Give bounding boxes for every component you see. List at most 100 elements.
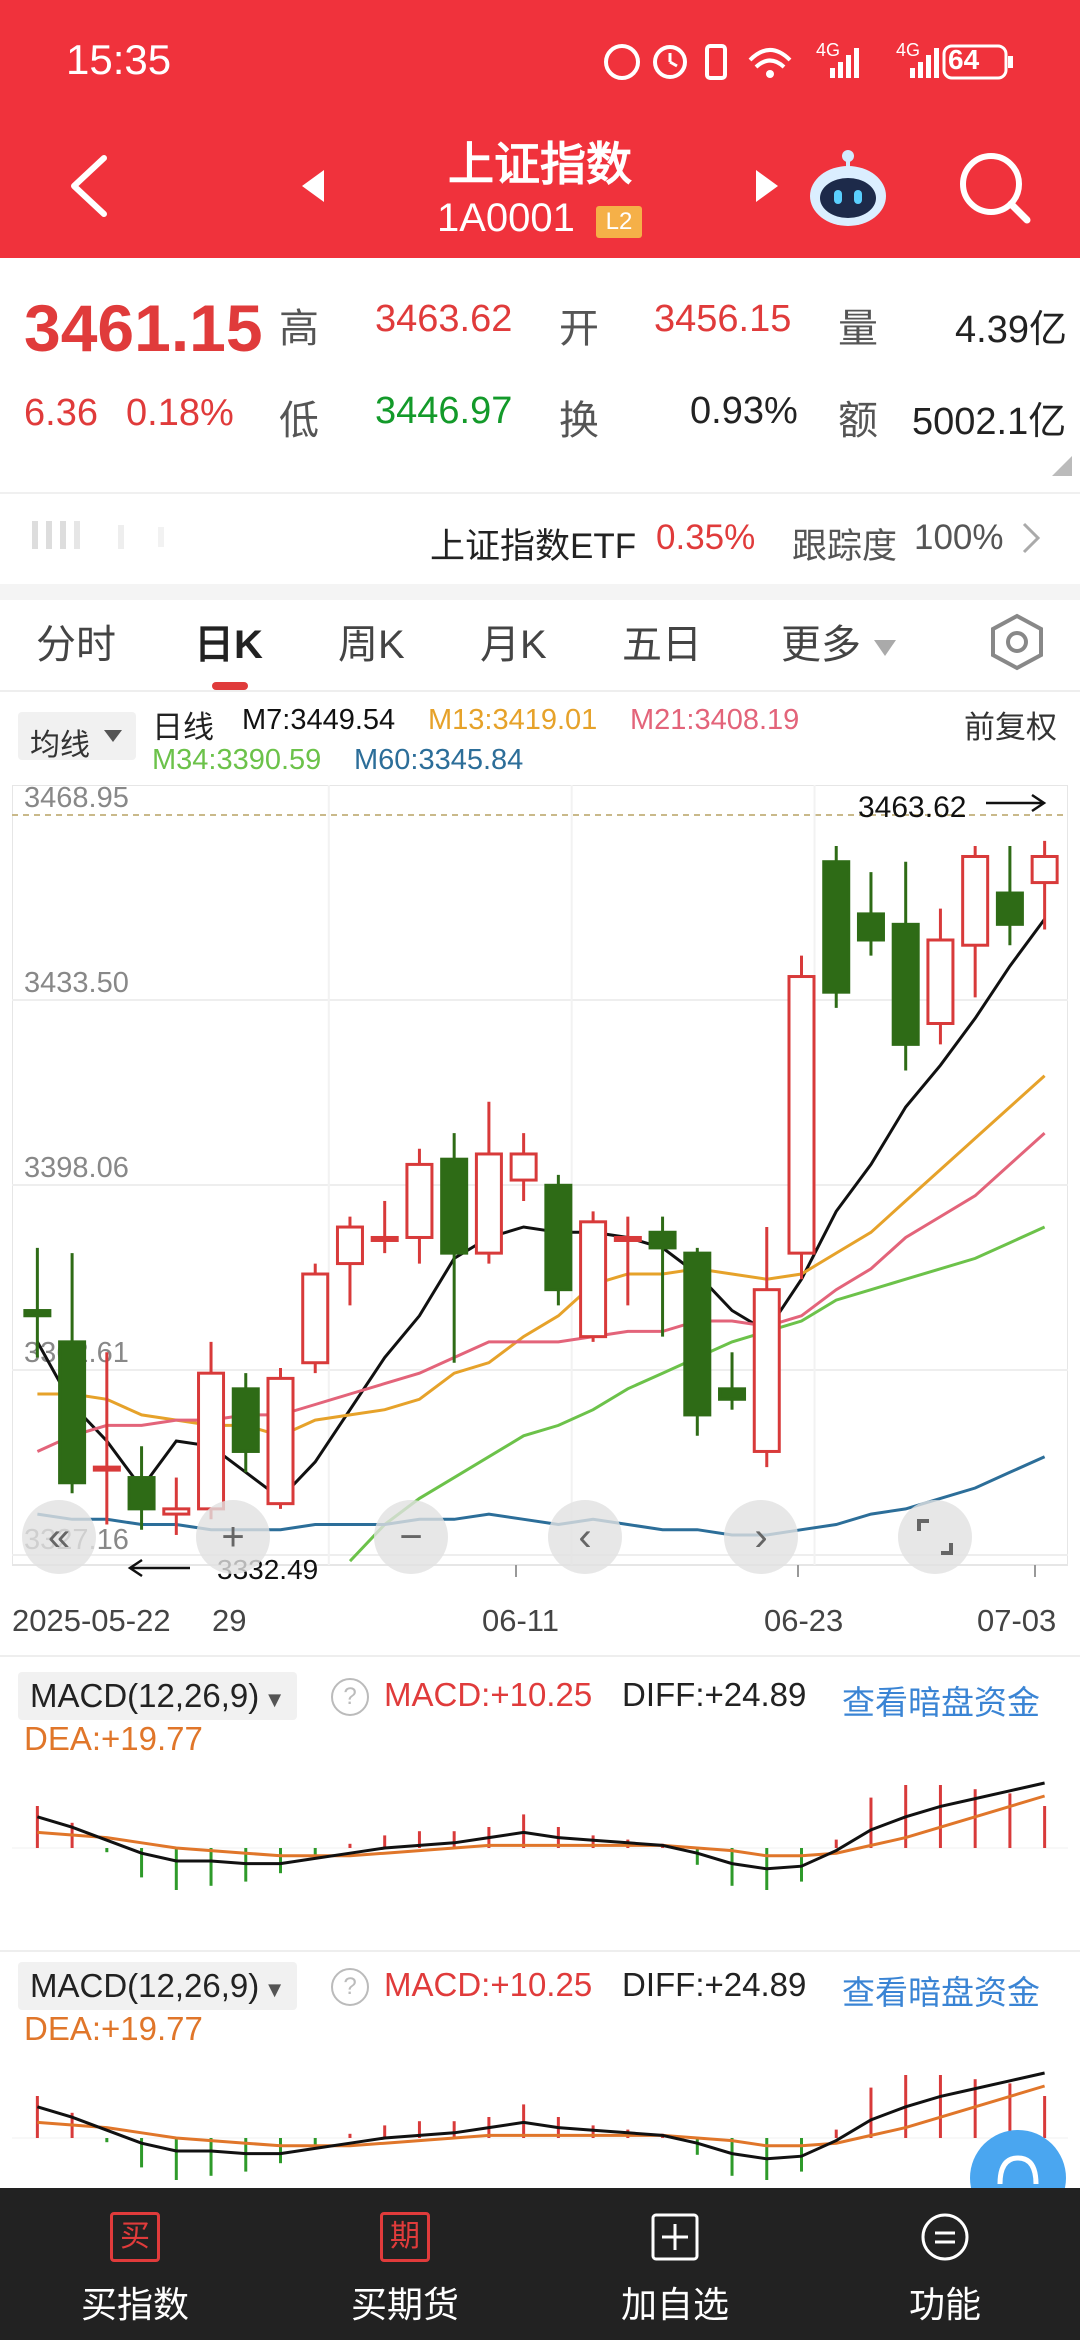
status-bar: 15:35 4G 4G 64 [0, 0, 1080, 110]
candle-body [822, 860, 851, 994]
divider [0, 1950, 1080, 1952]
price-change-pct: 0.18% [126, 392, 234, 434]
ma-period: 日线 [152, 710, 214, 745]
status-time: 15:35 [66, 36, 172, 83]
plus-icon: + [221, 1514, 245, 1559]
next-stock-button[interactable] [752, 166, 782, 211]
diff-line [36, 1781, 1045, 1871]
fullscreen-icon [917, 1519, 953, 1555]
hd-icon [604, 44, 640, 80]
candle [301, 1263, 330, 1374]
divider [0, 690, 1080, 692]
candle-body [891, 922, 920, 1046]
candle-body [92, 1465, 121, 1472]
zoom-in-button[interactable]: + [196, 1500, 270, 1574]
candle-body [752, 1288, 781, 1453]
search-button[interactable] [955, 148, 1035, 228]
candle [1030, 840, 1059, 930]
candle [92, 1352, 121, 1525]
candle-body [162, 1507, 191, 1516]
etf-track-label: 跟踪度 [792, 527, 898, 566]
nav-functions[interactable]: 功能 [810, 2188, 1080, 2340]
etf-name: 上证指数ETF [430, 527, 637, 566]
nav-buy-futures[interactable]: 期 买期货 [270, 2188, 540, 2340]
triangle-down-icon: ▼ [263, 1687, 286, 1712]
ma-m21: M21:3408.19 [630, 704, 800, 736]
help-icon[interactable]: ? [331, 1968, 369, 2006]
signal-icon-2 [910, 68, 915, 78]
nav-add-watchlist[interactable]: 加自选 [540, 2188, 810, 2340]
dark-pool-link[interactable]: 查看暗盘资金 [842, 1966, 1040, 2014]
battery-level: 64 [948, 44, 980, 75]
x-tick-label: 06-23 [764, 1603, 843, 1638]
tab-weekly-k[interactable]: 周K [338, 612, 405, 670]
chevron-right-icon [1022, 522, 1041, 554]
y-tick-label: 3433.50 [24, 967, 129, 999]
fullscreen-button[interactable] [898, 1500, 972, 1574]
candle-body [23, 1309, 52, 1318]
candle-body [961, 854, 990, 947]
triangle-down-icon [874, 640, 897, 656]
candle [648, 1216, 677, 1337]
candle-body [127, 1476, 156, 1511]
open-value: 3456.15 [654, 298, 792, 340]
candle-body [544, 1183, 573, 1292]
macd-selector-1[interactable]: MACD(12,26,9) ▼ [18, 1672, 298, 1720]
scroll-left-button[interactable]: ‹ [548, 1500, 622, 1574]
ma-selector-label: 均线 [30, 729, 90, 762]
tab-intraday[interactable]: 分时 [36, 612, 116, 670]
ma-selector[interactable]: 均线 [18, 712, 136, 762]
x-tick-label: 29 [212, 1603, 246, 1638]
low-label: 低 [279, 399, 319, 443]
macd-selector-2[interactable]: MACD(12,26,9) ▼ [18, 1962, 298, 2010]
candle [266, 1367, 295, 1509]
scroll-right-button[interactable]: › [724, 1500, 798, 1574]
candle-body [509, 1152, 538, 1182]
diff-line [36, 2071, 1045, 2161]
candle [995, 846, 1024, 946]
robot-icon [810, 150, 886, 226]
candle-body [926, 938, 955, 1025]
amount-value: 5002.1亿 [912, 401, 1067, 443]
candle [405, 1148, 434, 1264]
stock-name: 上证指数 [448, 138, 632, 190]
tab-daily-k[interactable]: 日K [194, 612, 263, 670]
volume-label: 量 [838, 307, 878, 351]
robot-assistant-button[interactable] [806, 146, 890, 230]
candle-body [1030, 854, 1059, 885]
ma-line-4 [37, 1455, 1046, 1537]
x-tick-label: 2025-05-22 [12, 1603, 171, 1638]
nav-label: 买期货 [350, 2284, 459, 2325]
nav-buy-index[interactable]: 买 买指数 [0, 2188, 270, 2340]
ma-m7: M7:3449.54 [242, 704, 396, 736]
y-tick-label: 3468.95 [24, 785, 129, 814]
tab-monthly-k[interactable]: 月K [480, 612, 547, 670]
settings-hex-icon[interactable] [988, 612, 1046, 672]
candle-body [579, 1220, 608, 1339]
candle [231, 1373, 260, 1473]
candle-body [613, 1235, 642, 1242]
zoom-out-button[interactable]: − [374, 1500, 448, 1574]
tab-five-day[interactable]: 五日 [622, 612, 702, 670]
candle [718, 1352, 747, 1410]
tab-more[interactable]: 更多 [781, 612, 898, 670]
macd-value: MACD:+10.25 [384, 1966, 593, 2003]
candle [613, 1216, 642, 1306]
dark-pool-link[interactable]: 查看暗盘资金 [842, 1676, 1040, 1724]
nav-label: 买指数 [80, 2284, 189, 2325]
candle [961, 846, 990, 998]
low-value: 3446.97 [375, 390, 513, 432]
help-icon[interactable]: ? [331, 1678, 369, 1716]
candle [58, 1253, 87, 1494]
dea-line [37, 2084, 1046, 2148]
candle [683, 1247, 712, 1436]
zoom-out-far-button[interactable]: « [22, 1500, 96, 1574]
macd-chart [12, 2071, 1068, 2180]
divider [0, 1655, 1080, 1657]
buy-futures-icon: 期 [380, 2212, 430, 2262]
adjust-mode[interactable]: 前复权 [964, 702, 1057, 747]
y-tick-label: 3398.06 [24, 1152, 129, 1184]
macd-selector-label: MACD(12,26,9) [30, 1967, 260, 2004]
macd-selector-label: MACD(12,26,9) [30, 1677, 260, 1714]
etf-row[interactable]: 上证指数ETF 0.35% 跟踪度 100% [0, 492, 1080, 584]
